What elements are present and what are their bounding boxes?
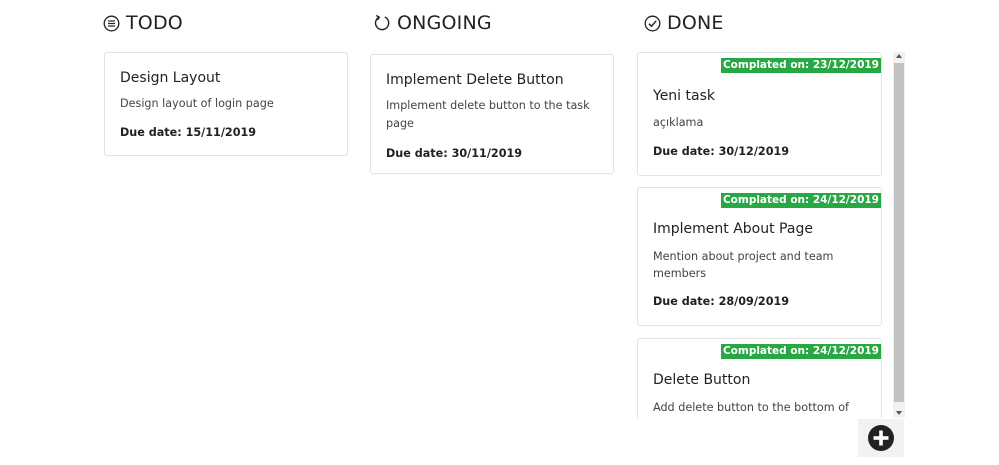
todo-column-title: TODO (126, 12, 183, 34)
task-description-line: page (386, 117, 414, 130)
scroll-down-arrow-icon[interactable] (896, 411, 902, 415)
done-task-list[interactable]: Complated on: 23/12/2019 Yeni task açıkl… (636, 52, 905, 418)
task-title: Delete Button (653, 372, 751, 388)
completed-badge: Complated on: 24/12/2019 (720, 344, 881, 359)
task-card-done[interactable]: Complated on: 23/12/2019 Yeni task açıkl… (637, 52, 882, 176)
task-due-date: Due date: 28/09/2019 (653, 295, 790, 308)
task-description-line: members (653, 267, 707, 280)
task-description-line: Mention about project and team (653, 250, 834, 263)
task-title: Yeni task (653, 88, 715, 104)
refresh-icon (373, 14, 391, 32)
ongoing-column-title: ONGOING (397, 12, 492, 34)
scrollbar-thumb[interactable] (894, 63, 904, 402)
list-icon (103, 15, 120, 32)
task-card-todo[interactable]: Design Layout Design layout of login pag… (104, 52, 348, 156)
task-due-date: Due date: 30/11/2019 (386, 147, 523, 160)
task-card-done[interactable]: Complated on: 24/12/2019 Implement About… (637, 187, 882, 326)
task-card-ongoing[interactable]: Implement Delete Button Implement delete… (370, 54, 614, 174)
ongoing-column-header: ONGOING (373, 10, 492, 36)
task-description: açıklama (653, 116, 704, 129)
check-circle-icon (644, 15, 661, 32)
task-description-line: Implement delete button to the task (386, 99, 590, 112)
completed-badge: Complated on: 24/12/2019 (720, 193, 881, 208)
scroll-up-arrow-icon[interactable] (896, 54, 902, 58)
task-title: Implement Delete Button (386, 72, 564, 88)
task-card-done[interactable]: Complated on: 24/12/2019 Delete Button A… (637, 338, 882, 418)
plus-circle-icon (867, 424, 895, 452)
completed-badge: Complated on: 23/12/2019 (720, 58, 881, 73)
done-column-title: DONE (667, 12, 724, 34)
add-task-button[interactable] (858, 419, 904, 457)
task-title: Implement About Page (653, 221, 813, 237)
task-description: Design layout of login page (120, 97, 274, 110)
task-due-date: Due date: 15/11/2019 (120, 126, 257, 139)
todo-column-header: TODO (103, 10, 183, 36)
task-description: Add delete button to the bottom of (653, 401, 849, 414)
task-due-date: Due date: 30/12/2019 (653, 145, 790, 158)
done-column-header: DONE (644, 10, 724, 36)
done-list-scrollbar[interactable] (893, 52, 905, 418)
task-title: Design Layout (120, 70, 221, 86)
